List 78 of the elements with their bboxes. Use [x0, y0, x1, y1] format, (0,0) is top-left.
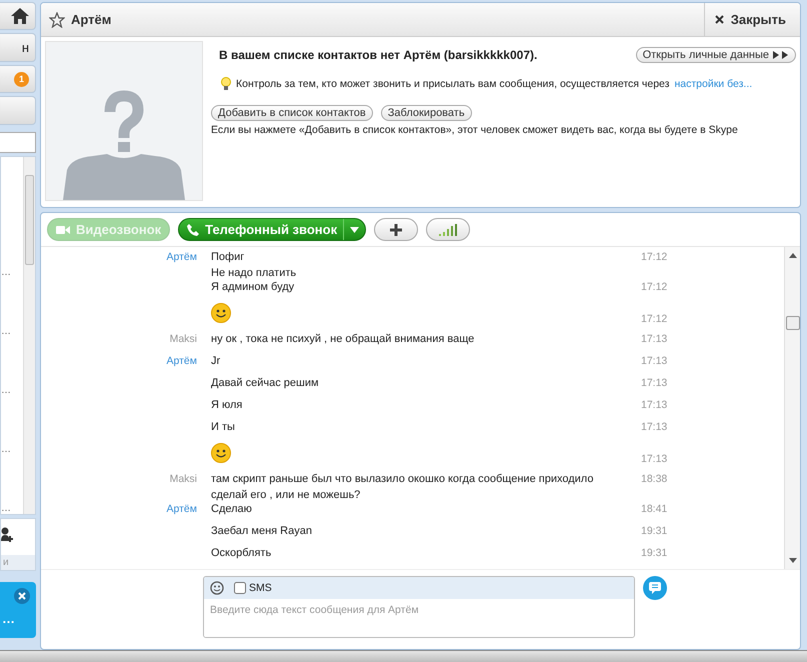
double-arrow-icon	[773, 51, 789, 59]
message-time: 17:13	[641, 355, 668, 367]
unknown-person-icon	[63, 88, 185, 200]
scroll-down-icon[interactable]	[788, 558, 796, 563]
caret-icon	[350, 226, 360, 232]
contact-item[interactable]: …	[1, 384, 23, 396]
message-time: 17:13	[641, 453, 668, 465]
search-field[interactable]	[0, 132, 36, 153]
video-camera-icon	[56, 224, 70, 234]
lightbulb-icon	[221, 77, 231, 91]
contact-name: Артём	[71, 12, 112, 27]
phone-icon	[187, 224, 200, 236]
sender-name: Артём	[166, 503, 197, 515]
star-icon[interactable]	[49, 12, 65, 28]
message-text: Пофиг	[211, 251, 246, 263]
message-text: Заебал меня Rayan	[211, 525, 313, 537]
signal-bars-icon	[439, 224, 458, 236]
close-icon	[714, 15, 724, 24]
privacy-settings-link[interactable]: настройки без...	[674, 78, 752, 90]
open-profile-button[interactable]: Открыть личные данные	[636, 47, 796, 63]
add-contact-button[interactable]: Добавить в список контактов	[211, 105, 373, 121]
message-time: 18:38	[641, 473, 668, 485]
message-text: Jr	[211, 355, 222, 367]
message-time: 17:13	[641, 377, 668, 389]
send-message-icon[interactable]	[643, 576, 667, 600]
add-button[interactable]	[374, 218, 418, 241]
smiley-icon	[211, 303, 231, 323]
info-note: Если вы нажмете «Добавить в список контактов», этот человек сможет видеть вас, когда вы будете в Skype	[211, 124, 739, 136]
notification-badge: 1	[14, 72, 29, 87]
message-time: 17:12	[641, 251, 668, 263]
scrollbar[interactable]	[784, 247, 800, 569]
sender-name: Артём	[166, 355, 197, 367]
phone-call-button[interactable]: Телефонный звонок	[178, 218, 366, 241]
block-button[interactable]: Заблокировать	[380, 105, 472, 121]
call-quality-button[interactable]	[426, 218, 470, 241]
message-time: 17:13	[641, 399, 668, 411]
profile-title: В вашем списке контактов нет Артём (barsikkkkk007).	[219, 48, 538, 62]
sidebar-footer-label: и	[1, 555, 35, 570]
home-icon	[11, 8, 29, 24]
sender-name: Maksi	[170, 473, 197, 485]
privacy-text: Контроль за тем, кто может звонить и присылать вам сообщения, осуществляется через	[236, 78, 670, 90]
contact-item[interactable]: …	[1, 502, 23, 514]
smiley-icon	[211, 443, 231, 463]
message-time: 18:41	[641, 503, 668, 515]
close-icon[interactable]	[14, 588, 30, 604]
message-time: 19:31	[641, 547, 668, 559]
emoticon-icon[interactable]	[210, 581, 224, 595]
message-text: сделай его , или не можешь?	[211, 489, 362, 501]
scroll-thumb[interactable]	[786, 316, 800, 330]
message-text: Не надо платить	[211, 267, 298, 279]
close-button[interactable]: Закрыть	[704, 3, 800, 36]
message-time: 17:13	[641, 333, 668, 345]
message-time: 17:13	[641, 421, 668, 433]
message-text: Оскорблять	[211, 547, 272, 559]
contact-item[interactable]: …	[1, 444, 23, 455]
home-button[interactable]	[0, 2, 36, 30]
contact-item[interactable]: …	[1, 266, 23, 278]
message-text: Я админом буду	[211, 281, 296, 293]
message-time: 17:12	[641, 281, 668, 293]
sender-name: Maksi	[170, 333, 197, 345]
add-contact-icon[interactable]	[1, 526, 15, 545]
sidebar-tab[interactable]: н	[0, 33, 36, 62]
message-text: И ты	[211, 421, 236, 433]
plus-icon	[389, 222, 404, 236]
message-text: ну ок , тока не психуй , не обращай внимания ваще	[211, 333, 476, 345]
message-text: Сделаю	[211, 503, 253, 515]
sms-checkbox[interactable]: SMS	[234, 582, 272, 594]
notification-text: …	[2, 611, 15, 626]
message-text: Давай сейчас решим	[211, 377, 320, 389]
scroll-up-icon[interactable]	[788, 253, 796, 258]
message-text: Я юля	[211, 399, 244, 411]
scrollbar[interactable]	[23, 156, 35, 514]
message-composer[interactable]: SMS Введите сюда текст сообщения для Артём	[203, 576, 635, 638]
contact-item[interactable]: …	[1, 326, 23, 337]
sender-name: Артём	[166, 251, 197, 263]
message-time: 17:12	[641, 313, 668, 325]
message-text: там скрипт раньше был что вылазило окошко когда сообщение приходило	[211, 473, 594, 485]
message-time: 19:31	[641, 525, 668, 537]
